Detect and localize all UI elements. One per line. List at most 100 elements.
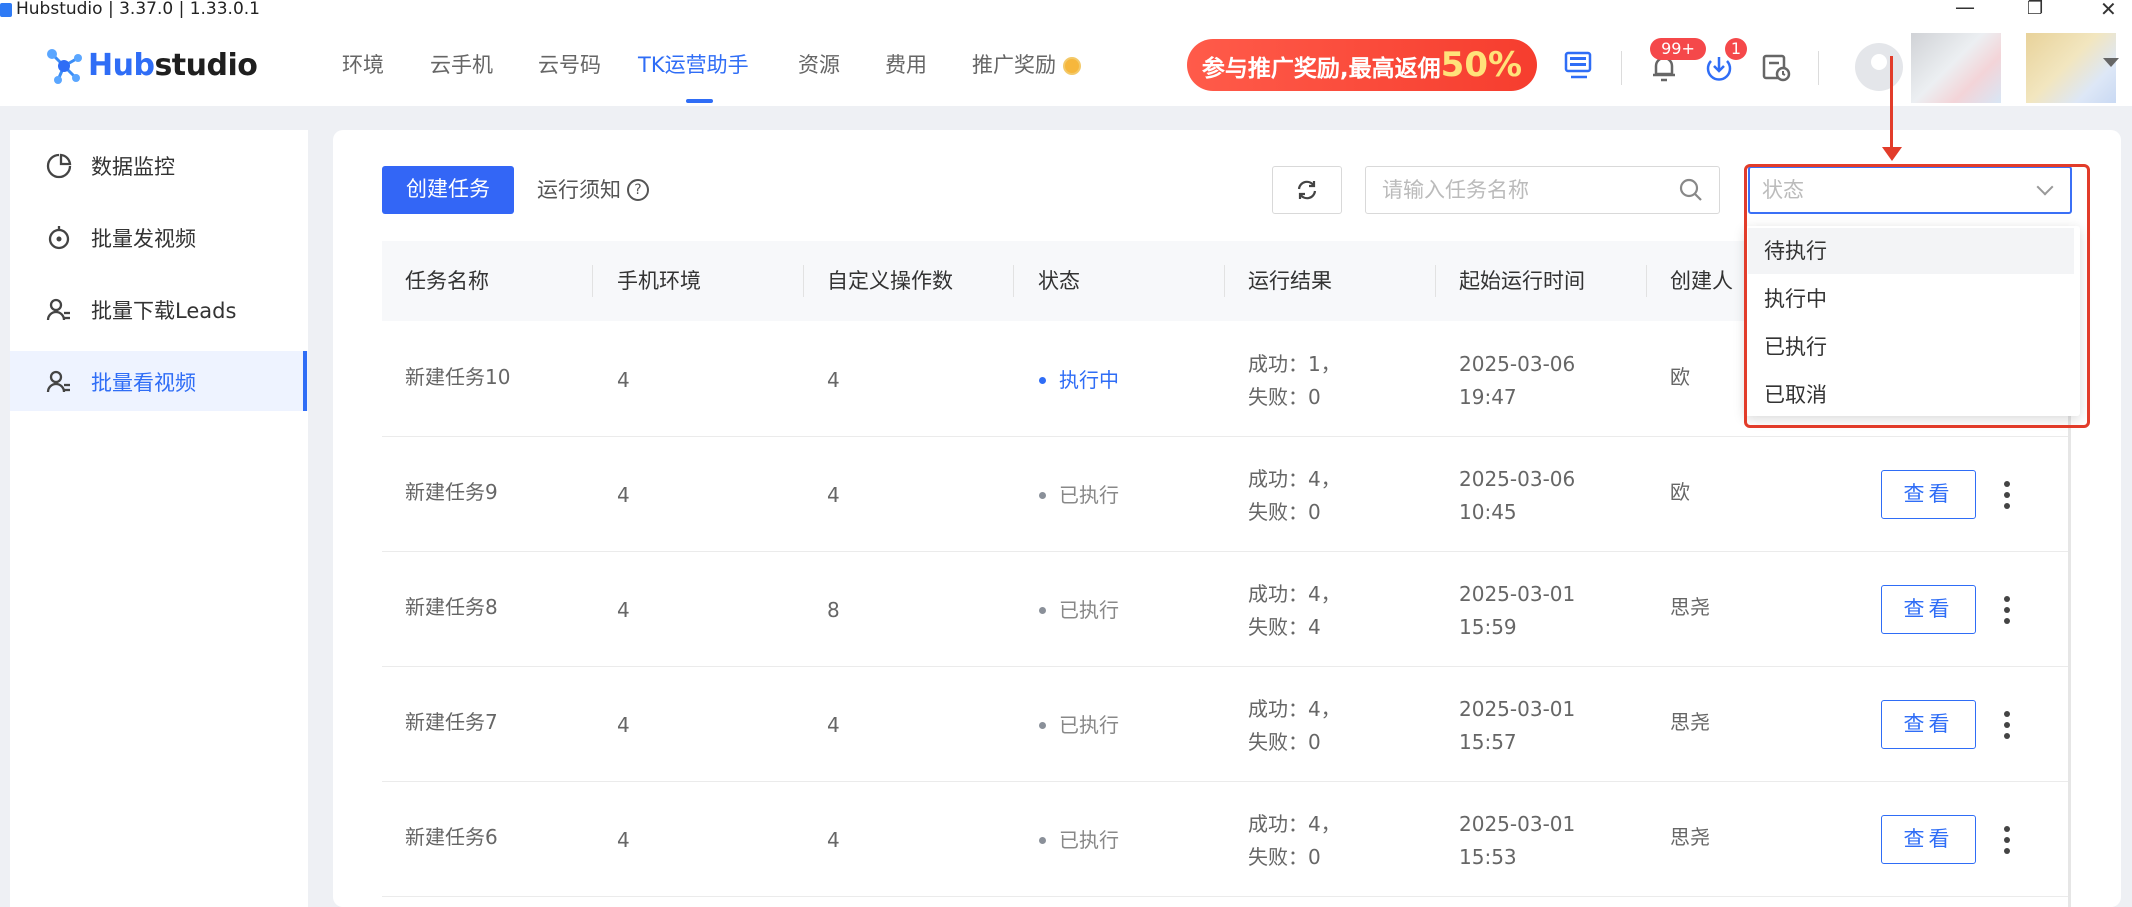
blurred-username [1911, 33, 2001, 103]
status-dot-done [1039, 492, 1046, 499]
help-icon[interactable]: ? [627, 179, 649, 201]
row-divider [382, 551, 2070, 552]
sidebar-label-data-monitor: 数据监控 [91, 155, 175, 179]
app-icon [0, 3, 12, 17]
custom-ops-count: 4 [827, 828, 840, 852]
view-button[interactable]: 查看 [1881, 585, 1976, 634]
nav-cloud-phone[interactable]: 云手机 [430, 50, 493, 80]
task-name: 新建任务9 [405, 480, 498, 504]
nav-promotion[interactable]: 推广奖励 [972, 50, 1056, 80]
column-custom-ops: 自定义操作数 [827, 269, 953, 293]
start-date: 2025-03-01 [1459, 697, 1576, 721]
result-fail: 失败：0 [1248, 730, 1321, 754]
window-title: Hubstudio | 3.37.0 | 1.33.0.1 [16, 0, 260, 19]
phone-env-count: 4 [617, 713, 630, 737]
view-button[interactable]: 查看 [1881, 470, 1976, 519]
blurred-account [2026, 33, 2116, 103]
window-titlebar [0, 0, 2132, 25]
row-divider [382, 781, 2070, 782]
task-name: 新建任务10 [405, 365, 511, 389]
column-separator [1224, 265, 1225, 297]
more-options-icon[interactable] [1992, 475, 2022, 515]
header-divider [1621, 51, 1622, 85]
sidebar-label-batch-watch: 批量看视频 [91, 371, 196, 395]
sidebar-label-download-leads: 批量下载Leads [91, 299, 237, 323]
more-options-icon[interactable] [1992, 590, 2022, 630]
start-date: 2025-03-06 [1459, 467, 1576, 491]
header-divider [1818, 51, 1819, 85]
start-time: 10:45 [1459, 500, 1517, 524]
caret-down-icon[interactable] [2103, 58, 2119, 67]
start-time: 15:53 [1459, 845, 1517, 869]
column-start-time: 起始运行时间 [1459, 269, 1585, 293]
minimize-button[interactable]: — [1955, 0, 1975, 17]
result-fail: 失败：0 [1248, 385, 1321, 409]
users-icon [46, 370, 70, 393]
row-divider [382, 666, 2070, 667]
promo-text: 参与推广奖励,最高返佣 [1201, 56, 1441, 82]
custom-ops-count: 8 [827, 598, 840, 622]
creator: 欧 [1670, 480, 1690, 504]
column-task-name: 任务名称 [405, 269, 489, 293]
screen-icon[interactable] [1563, 49, 1595, 81]
refresh-icon [1297, 180, 1317, 200]
column-creator: 创建人 [1670, 269, 1733, 293]
users-icon [46, 298, 70, 321]
custom-ops-count: 4 [827, 483, 840, 507]
column-phone-env: 手机环境 [617, 269, 701, 293]
status-text: 已执行 [1059, 598, 1119, 622]
status-dot-done [1039, 607, 1046, 614]
view-button[interactable]: 查看 [1881, 700, 1976, 749]
creator: 思尧 [1670, 710, 1710, 734]
download-badge: 1 [1725, 38, 1747, 60]
promo-banner[interactable]: 参与推广奖励,最高返佣50% [1187, 39, 1537, 91]
task-name: 新建任务6 [405, 825, 498, 849]
result-fail: 失败：4 [1248, 615, 1321, 639]
row-divider [382, 436, 2070, 437]
start-time: 15:57 [1459, 730, 1517, 754]
status-text: 执行中 [1059, 368, 1119, 392]
status-text: 已执行 [1059, 713, 1119, 737]
create-task-button[interactable]: 创建任务 [382, 166, 514, 214]
view-button[interactable]: 查看 [1881, 815, 1976, 864]
search-input[interactable] [1382, 175, 1662, 205]
column-separator [803, 265, 804, 297]
phone-env-count: 4 [617, 368, 630, 392]
run-notice-link[interactable]: 运行须知 [537, 175, 621, 205]
column-status: 状态 [1038, 269, 1080, 293]
nav-cloud-number[interactable]: 云号码 [538, 50, 601, 80]
hubstudio-logo-icon [47, 49, 82, 84]
chart-icon [46, 153, 72, 179]
schedule-icon[interactable] [1760, 51, 1792, 83]
more-options-icon[interactable] [1992, 820, 2022, 860]
nav-resources[interactable]: 资源 [798, 50, 840, 80]
nav-tk-assistant[interactable]: TK运营助手 [638, 50, 749, 80]
column-separator [1646, 265, 1647, 297]
task-name: 新建任务8 [405, 595, 498, 619]
status-text: 已执行 [1059, 483, 1119, 507]
search-icon[interactable] [1679, 178, 1703, 202]
status-text: 已执行 [1059, 828, 1119, 852]
result-fail: 失败：0 [1248, 845, 1321, 869]
hubstudio-wordmark: Hubstudio [88, 48, 258, 83]
start-time: 15:59 [1459, 615, 1517, 639]
column-run-result: 运行结果 [1248, 269, 1332, 293]
column-separator [1435, 265, 1436, 297]
nav-environment[interactable]: 环境 [342, 50, 384, 80]
nav-billing[interactable]: 费用 [885, 50, 927, 80]
sidebar-label-batch-post: 批量发视频 [91, 227, 196, 251]
more-options-icon[interactable] [1992, 705, 2022, 745]
avatar-head-icon [1871, 54, 1887, 70]
maximize-button[interactable]: ❐ [2027, 0, 2043, 18]
close-button[interactable]: ✕ [2100, 0, 2117, 19]
result-success: 成功：1， [1248, 352, 1341, 376]
start-time: 19:47 [1459, 385, 1517, 409]
status-dot-done [1039, 722, 1046, 729]
creator: 欧 [1670, 365, 1690, 389]
annotation-arrow-head-icon [1882, 147, 1902, 161]
phone-env-count: 4 [617, 483, 630, 507]
phone-env-count: 4 [617, 828, 630, 852]
annotation-highlight-box [1744, 164, 2090, 428]
nav-active-underline [686, 99, 713, 103]
notification-badge: 99+ [1650, 38, 1706, 60]
